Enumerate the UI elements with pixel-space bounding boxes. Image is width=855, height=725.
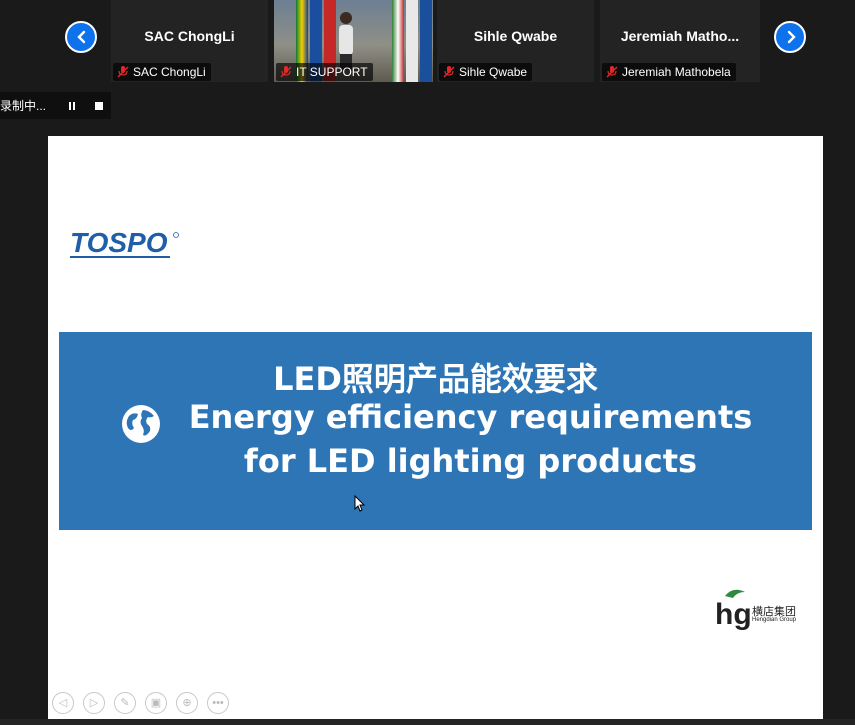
title-line-chinese: LED照明产品能效要求 [273,360,598,398]
participant-tag-label: Jeremiah Mathobela [622,65,731,79]
title-line-english-2: for LED lighting products [243,442,698,480]
more-options-button[interactable]: ••• [207,692,229,714]
shared-slide: TOSPO LED照明产品能效要求 Energy efficiency requ… [48,136,823,719]
slides-icon: ▣ [150,697,162,709]
participant-tag: SAC ChongLi [113,63,211,81]
previous-slide-icon: ◁ [58,697,68,709]
tospo-logo: TOSPO [70,228,179,258]
hengdian-group-logo: hg 横店集团 Hengdian Group [715,586,805,634]
zoom-button[interactable]: ⊕ [176,692,198,714]
next-page-button[interactable] [774,21,806,53]
chevron-left-icon [77,30,86,44]
participant-tag-label: SAC ChongLi [133,65,206,79]
pause-recording-icon[interactable] [65,99,79,113]
previous-page-button[interactable] [65,21,97,53]
recording-status: 录制中... [0,99,47,113]
flag [406,0,418,82]
bottom-toolbar [0,719,855,725]
flag [392,0,404,82]
participant-tile-video[interactable]: IT SUPPORT [274,0,433,82]
previous-slide-button[interactable]: ◁ [52,692,74,714]
chevron-right-icon [787,30,796,44]
participant-tag: Jeremiah Mathobela [602,63,736,81]
participant-tag: Sihle Qwabe [439,63,533,81]
participant-tile[interactable]: Jeremiah Matho... Jeremiah Mathobela [600,0,760,82]
participant-tag: IT SUPPORT [276,63,373,81]
hg-logo-mark: hg [715,589,751,631]
participant-name: Sihle Qwabe [473,28,558,44]
participant-name: Jeremiah Matho... [620,28,740,44]
pen-tool-button[interactable]: ✎ [114,692,136,714]
next-slide-icon: ▷ [89,697,99,709]
microphone-muted-icon [606,66,618,78]
recording-indicator: 录制中... [0,92,111,119]
participant-tag-label: IT SUPPORT [296,65,368,79]
participant-tile[interactable]: SAC ChongLi SAC ChongLi [111,0,268,82]
microphone-muted-icon [117,66,129,78]
participant-name: SAC ChongLi [144,28,235,44]
hg-logo-text: hg [715,598,751,631]
title-line-english-1: Energy efficiency requirements [188,398,753,436]
slides-overview-button[interactable]: ▣ [145,692,167,714]
microphone-muted-icon [280,66,292,78]
stop-recording-icon[interactable] [92,99,106,113]
brand-english-name: Hengdian Group [752,617,797,623]
participant-tag-label: Sihle Qwabe [459,65,528,79]
video-gallery-strip: SAC ChongLi SAC ChongLi IT SUPPORT Sihle… [0,0,855,82]
participant-tile[interactable]: Sihle Qwabe Sihle Qwabe [437,0,594,82]
mouse-cursor-icon [354,495,366,512]
pen-icon: ✎ [120,697,130,709]
more-icon: ••• [212,697,224,709]
zoom-icon: ⊕ [182,697,192,709]
title-banner: LED照明产品能效要求 Energy efficiency requiremen… [59,332,812,530]
next-slide-button[interactable]: ▷ [83,692,105,714]
speaker-figure [339,12,353,70]
logo-text: TOSPO [70,228,168,258]
flag [420,0,432,82]
microphone-muted-icon [443,66,455,78]
